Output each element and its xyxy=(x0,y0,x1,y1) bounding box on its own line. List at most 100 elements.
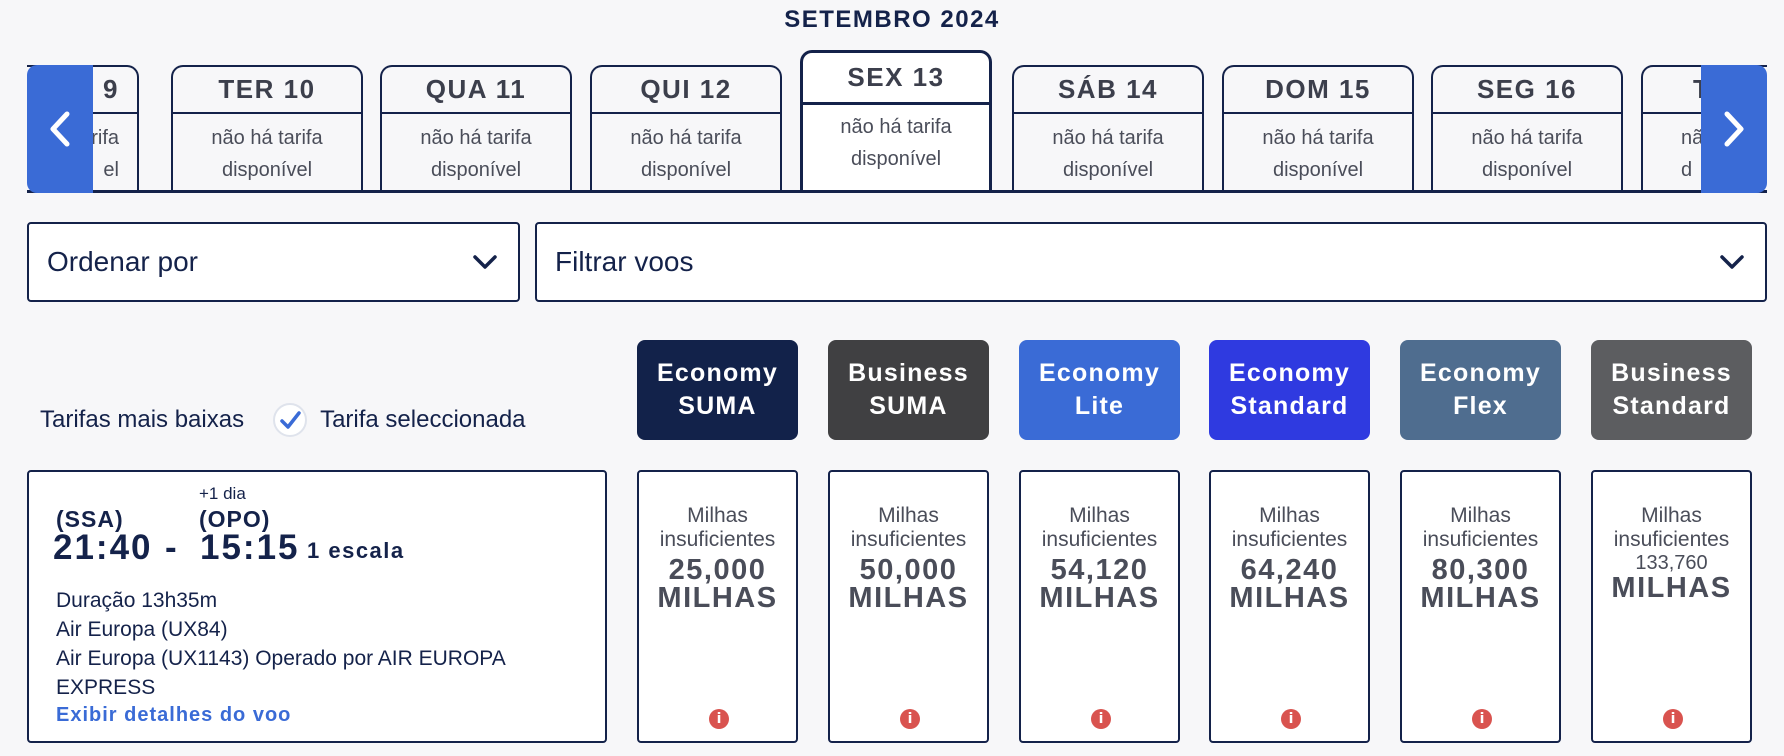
date-tab-fare-line: não há tarifa xyxy=(1262,127,1374,149)
date-tab-day: TER 10 xyxy=(173,67,361,114)
fare-header-line: Standard xyxy=(1612,392,1731,420)
date-tab-fare-line: não há tarifa xyxy=(630,127,742,149)
chevron-right-icon xyxy=(1724,111,1744,147)
fare-header-line: Economy xyxy=(1229,359,1350,387)
fare-header-economy-suma: Economy SUMA xyxy=(637,340,798,440)
insufficient-miles-message: Milhas insuficientes xyxy=(1422,504,1539,551)
sort-dropdown[interactable]: Ordenar por xyxy=(27,222,520,302)
arrival-time: 15:15 xyxy=(200,528,300,567)
info-icon[interactable]: i xyxy=(709,709,729,729)
price-amount: 50,000 xyxy=(859,554,958,586)
legend-lowest-fares: Tarifas mais baixas xyxy=(40,406,245,433)
fare-header-line: Flex xyxy=(1453,392,1508,420)
price-cell-business-suma[interactable]: Milhas insuficientes 50,000 MILHAS i xyxy=(828,470,989,743)
previous-dates-button[interactable] xyxy=(27,65,93,193)
fare-header-economy-standard: Economy Standard xyxy=(1209,340,1370,440)
price-unit: MILHAS xyxy=(1611,572,1732,604)
date-tab-day: QUI 12 xyxy=(592,67,780,114)
insufficient-miles-message: Milhas insuficientes xyxy=(850,504,967,551)
fare-header-business-standard: Business Standard xyxy=(1591,340,1752,440)
flight-segment-1: Air Europa (UX84) xyxy=(56,618,228,641)
filter-flights-dropdown[interactable]: Filtrar voos xyxy=(535,222,1767,302)
fare-header-economy-lite: Economy Lite xyxy=(1019,340,1180,440)
insufficient-miles-message: Milhas insuficientes xyxy=(1231,504,1348,551)
date-tab-fare-line: disponível xyxy=(1062,159,1154,181)
legend-selected-fare: Tarifa seleccionada xyxy=(320,406,526,433)
price-unit: MILHAS xyxy=(1039,582,1160,614)
info-icon[interactable]: i xyxy=(1663,709,1683,729)
date-tab-fare-line: não há tarifa xyxy=(1471,127,1583,149)
date-tab-day: SEG 16 xyxy=(1433,67,1621,114)
fare-legend: Tarifas mais baixas Tarifa seleccionada xyxy=(40,402,526,438)
fare-header-line: Economy xyxy=(1039,359,1160,387)
fare-header-line: Economy xyxy=(1420,359,1541,387)
departure-time: 21:40 xyxy=(53,528,153,567)
sort-dropdown-label: Ordenar por xyxy=(47,246,198,277)
fare-header-line: Standard xyxy=(1230,392,1349,420)
date-tab-dom-15[interactable]: DOM 15 não há tarifa disponível xyxy=(1222,65,1414,190)
chevron-left-icon xyxy=(50,111,70,147)
date-tab-day: SEX 13 xyxy=(803,53,989,105)
date-tab-sex-13-selected[interactable]: SEX 13 não há tarifa disponível xyxy=(800,50,992,190)
date-tab-day: DOM 15 xyxy=(1224,67,1412,114)
date-tab-seg-16[interactable]: SEG 16 não há tarifa disponível xyxy=(1431,65,1623,190)
date-tab-qui-12[interactable]: QUI 12 não há tarifa disponível xyxy=(590,65,782,190)
price-cell-business-standard[interactable]: Milhas insuficientes 133,760 MILHAS i xyxy=(1591,470,1752,743)
next-dates-button[interactable] xyxy=(1701,65,1767,193)
next-day-indicator: +1 dia xyxy=(199,484,246,503)
date-tab-fare-line: disponível xyxy=(850,148,942,170)
price-amount: 54,120 xyxy=(1050,554,1149,586)
date-tab-fare-line: disponível xyxy=(1272,159,1364,181)
fare-header-line: Economy xyxy=(657,359,778,387)
price-amount: 133,760 xyxy=(1635,552,1708,574)
price-amount: 64,240 xyxy=(1240,554,1339,586)
time-separator: - xyxy=(165,528,177,567)
fare-header-line: Business xyxy=(848,359,969,387)
date-tab-fare-line: não há tarifa xyxy=(840,116,952,138)
price-unit: MILHAS xyxy=(1420,582,1541,614)
fare-header-business-suma: Business SUMA xyxy=(828,340,989,440)
month-title: SETEMBRO 2024 xyxy=(784,6,1000,33)
fare-header-line: Lite xyxy=(1074,392,1125,420)
date-tab-fare-line: disponível xyxy=(430,159,522,181)
check-icon xyxy=(273,403,308,437)
insufficient-miles-message: Milhas insuficientes xyxy=(659,504,776,551)
insufficient-miles-message: Milhas insuficientes xyxy=(1041,504,1158,551)
info-icon[interactable]: i xyxy=(1091,709,1111,729)
info-icon[interactable]: i xyxy=(900,709,920,729)
fare-header-line: Business xyxy=(1611,359,1732,387)
info-icon[interactable]: i xyxy=(1472,709,1492,729)
flight-card: +1 dia (SSA) (OPO) 21:40 - 15:15 1 escal… xyxy=(27,470,607,743)
date-tab-qua-11[interactable]: QUA 11 não há tarifa disponível xyxy=(380,65,572,190)
price-unit: MILHAS xyxy=(848,582,969,614)
chevron-down-icon xyxy=(1720,255,1744,269)
flight-duration: Duração 13h35m xyxy=(56,589,218,612)
price-cell-economy-flex[interactable]: Milhas insuficientes 80,300 MILHAS i xyxy=(1400,470,1561,743)
date-tab-fare-line: disponível xyxy=(221,159,313,181)
info-icon[interactable]: i xyxy=(1281,709,1301,729)
insufficient-miles-message: Milhas insuficientes xyxy=(1613,504,1730,551)
price-cell-economy-standard[interactable]: Milhas insuficientes 64,240 MILHAS i xyxy=(1209,470,1370,743)
price-unit: MILHAS xyxy=(657,582,778,614)
date-tab-sab-14[interactable]: SÁB 14 não há tarifa disponível xyxy=(1012,65,1204,190)
price-cell-economy-lite[interactable]: Milhas insuficientes 54,120 MILHAS i xyxy=(1019,470,1180,743)
price-amount: 80,300 xyxy=(1431,554,1530,586)
date-tab-ter-10[interactable]: TER 10 não há tarifa disponível xyxy=(171,65,363,190)
date-tab-fare-line: não há tarifa xyxy=(420,127,532,149)
date-tab-fare-line: não há tarifa xyxy=(1052,127,1164,149)
flight-segment-2: Air Europa (UX1143) Operado por AIR EURO… xyxy=(56,647,505,699)
price-cell-economy-suma[interactable]: Milhas insuficientes 25,000 MILHAS i xyxy=(637,470,798,743)
date-tab-fare-line: não há tarifa xyxy=(211,127,323,149)
filter-dropdown-label: Filtrar voos xyxy=(555,246,694,277)
price-amount: 25,000 xyxy=(668,554,767,586)
price-unit: MILHAS xyxy=(1229,582,1350,614)
date-tab-fare-line: disponível xyxy=(1481,159,1573,181)
chevron-down-icon xyxy=(473,255,497,269)
fare-header-line: SUMA xyxy=(869,392,948,420)
date-tab-day: SÁB 14 xyxy=(1014,67,1202,114)
date-tab-fare-line: disponível xyxy=(640,159,732,181)
stops-count: 1 escala xyxy=(307,538,405,563)
date-tab-day: QUA 11 xyxy=(382,67,570,114)
date-carousel: 9 tarifa el TER 10 não há tarifa disponí… xyxy=(27,50,1767,193)
flight-details-link[interactable]: Exibir detalhes do voo xyxy=(56,704,291,727)
